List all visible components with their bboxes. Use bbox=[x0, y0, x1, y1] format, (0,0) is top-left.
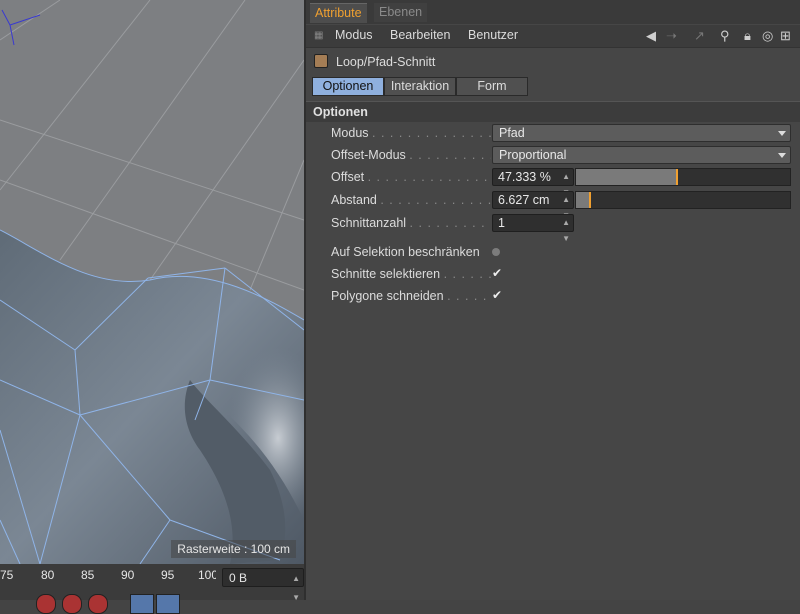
option-row: Schnitte selektieren . . . . . . ✔ bbox=[306, 264, 800, 284]
modus-label: Modus . . . . . . . . . . . . . . . . . … bbox=[331, 126, 491, 140]
lock-icon[interactable]: 🔒︎ bbox=[744, 28, 751, 44]
spinner-icon[interactable]: ▲▼ bbox=[292, 569, 300, 607]
record-button[interactable] bbox=[36, 594, 56, 614]
abstand-slider-fill bbox=[576, 192, 590, 208]
option-row: Polygone schneiden . . . . . . ✔ bbox=[306, 286, 800, 306]
timeline-tick: 85 bbox=[81, 568, 95, 582]
manager-tabs: Attribute Ebenen bbox=[306, 0, 800, 24]
target-icon[interactable]: ◎ bbox=[762, 28, 773, 44]
abstand-row: Abstand . . . . . . . . . . . . . . . . … bbox=[306, 190, 800, 220]
grid-size-label: Rasterweite : 100 cm bbox=[171, 540, 296, 558]
timeline-tick: 95 bbox=[161, 568, 175, 582]
back-arrow-icon[interactable]: ◀ bbox=[646, 28, 656, 44]
record-scale-button[interactable] bbox=[88, 594, 108, 614]
offset-slider-fill bbox=[576, 169, 677, 185]
offset-modus-label: Offset-Modus . . . . . . . . . . . . . bbox=[331, 148, 491, 162]
offset-modus-value: Proportional bbox=[499, 148, 567, 162]
keyframe-mode-button[interactable] bbox=[130, 594, 154, 614]
section-title: Optionen bbox=[313, 105, 368, 119]
schnittanzahl-field[interactable]: 1 ▲ ▼ bbox=[492, 214, 574, 243]
menu-modus[interactable]: Modus bbox=[335, 28, 373, 42]
loop-tool-icon bbox=[314, 54, 328, 68]
chevron-down-icon bbox=[778, 131, 786, 136]
option-label: Auf Selektion beschränken bbox=[331, 245, 480, 259]
new-panel-icon[interactable]: ⊞ bbox=[780, 28, 791, 44]
tab-interaktion[interactable]: Interaktion bbox=[384, 77, 456, 96]
offset-modus-dropdown[interactable]: Proportional bbox=[492, 146, 791, 164]
chevron-down-icon bbox=[778, 153, 786, 158]
schnittanzahl-value: 1 bbox=[498, 216, 505, 230]
offset-modus-row: Offset-Modus . . . . . . . . . . . . . P… bbox=[306, 145, 800, 165]
schnittanzahl-label: Schnittanzahl . . . . . . . . . bbox=[331, 216, 486, 230]
abstand-label: Abstand . . . . . . . . . . . . . . . . … bbox=[331, 193, 491, 207]
grip-icon[interactable]: ▦ bbox=[314, 30, 323, 41]
offset-row: Offset . . . . . . . . . . . . . . . . .… bbox=[306, 167, 800, 197]
record-position-button[interactable] bbox=[62, 594, 82, 614]
polygone-schneiden-checkbox[interactable]: ✔ bbox=[492, 289, 502, 301]
tab-form[interactable]: Form bbox=[456, 77, 528, 96]
abstand-field[interactable]: 6.627 cm ▲▼ bbox=[492, 191, 574, 220]
option-label: Polygone schneiden . . . . . . bbox=[331, 289, 491, 303]
keyframe-type-button[interactable] bbox=[156, 594, 180, 614]
section-header: Optionen bbox=[306, 101, 800, 122]
schnitte-selektieren-checkbox[interactable]: ✔ bbox=[492, 267, 502, 279]
tab-optionen[interactable]: Optionen bbox=[312, 77, 384, 96]
search-icon[interactable]: ⚲ bbox=[720, 28, 730, 44]
current-frame-field[interactable]: 0 B ▲ ▼ bbox=[222, 568, 304, 602]
current-frame-value: 0 B bbox=[229, 571, 248, 585]
modus-dropdown[interactable]: Pfad bbox=[492, 124, 791, 142]
offset-slider-handle[interactable] bbox=[676, 169, 678, 185]
tab-ebenen[interactable]: Ebenen bbox=[374, 3, 428, 22]
viewport[interactable]: Rasterweite : 100 cm bbox=[0, 0, 306, 564]
offset-field[interactable]: 47.333 % ▲▼ bbox=[492, 168, 574, 197]
forward-arrow-icon[interactable]: ➝ bbox=[666, 28, 677, 44]
timeline-tick: 100 bbox=[198, 568, 216, 582]
menu-benutzer[interactable]: Benutzer bbox=[468, 28, 518, 42]
schnittanzahl-row: Schnittanzahl . . . . . . . . . 1 ▲ ▼ bbox=[306, 213, 800, 243]
offset-slider[interactable] bbox=[575, 168, 791, 186]
tab-attribute[interactable]: Attribute bbox=[310, 3, 367, 23]
object-title: Loop/Pfad-Schnitt bbox=[336, 55, 436, 69]
timeline-tick: 75 bbox=[0, 568, 14, 582]
offset-value: 47.333 % bbox=[498, 170, 551, 184]
abstand-value: 6.627 cm bbox=[498, 193, 550, 207]
menu-bearbeiten[interactable]: Bearbeiten bbox=[390, 28, 450, 42]
object-header: Loop/Pfad-Schnitt bbox=[306, 52, 800, 72]
option-label: Schnitte selektieren . . . . . . bbox=[331, 267, 491, 281]
attribute-manager: Attribute Ebenen ▦ Modus Bearbeiten Benu… bbox=[306, 0, 800, 600]
offset-label: Offset . . . . . . . . . . . . . . . . .… bbox=[331, 170, 491, 184]
menu-bar: ▦ Modus Bearbeiten Benutzer ◀ ➝ ↗ ⚲ 🔒︎ ◎… bbox=[306, 25, 800, 48]
modus-value: Pfad bbox=[499, 126, 525, 140]
viewport-scene bbox=[0, 0, 304, 564]
up-arrow-icon[interactable]: ↗ bbox=[694, 28, 705, 44]
abstand-slider-handle[interactable] bbox=[589, 192, 591, 208]
timeline[interactable]: 75 80 85 90 95 100 0 B ▲ ▼ bbox=[0, 564, 306, 614]
timeline-tick: 90 bbox=[121, 568, 135, 582]
timeline-tick: 80 bbox=[41, 568, 55, 582]
option-row: Auf Selektion beschränken bbox=[306, 242, 800, 262]
modus-row: Modus . . . . . . . . . . . . . . . . . … bbox=[306, 123, 800, 143]
auf-selektion-checkbox[interactable] bbox=[492, 248, 500, 256]
abstand-slider[interactable] bbox=[575, 191, 791, 209]
